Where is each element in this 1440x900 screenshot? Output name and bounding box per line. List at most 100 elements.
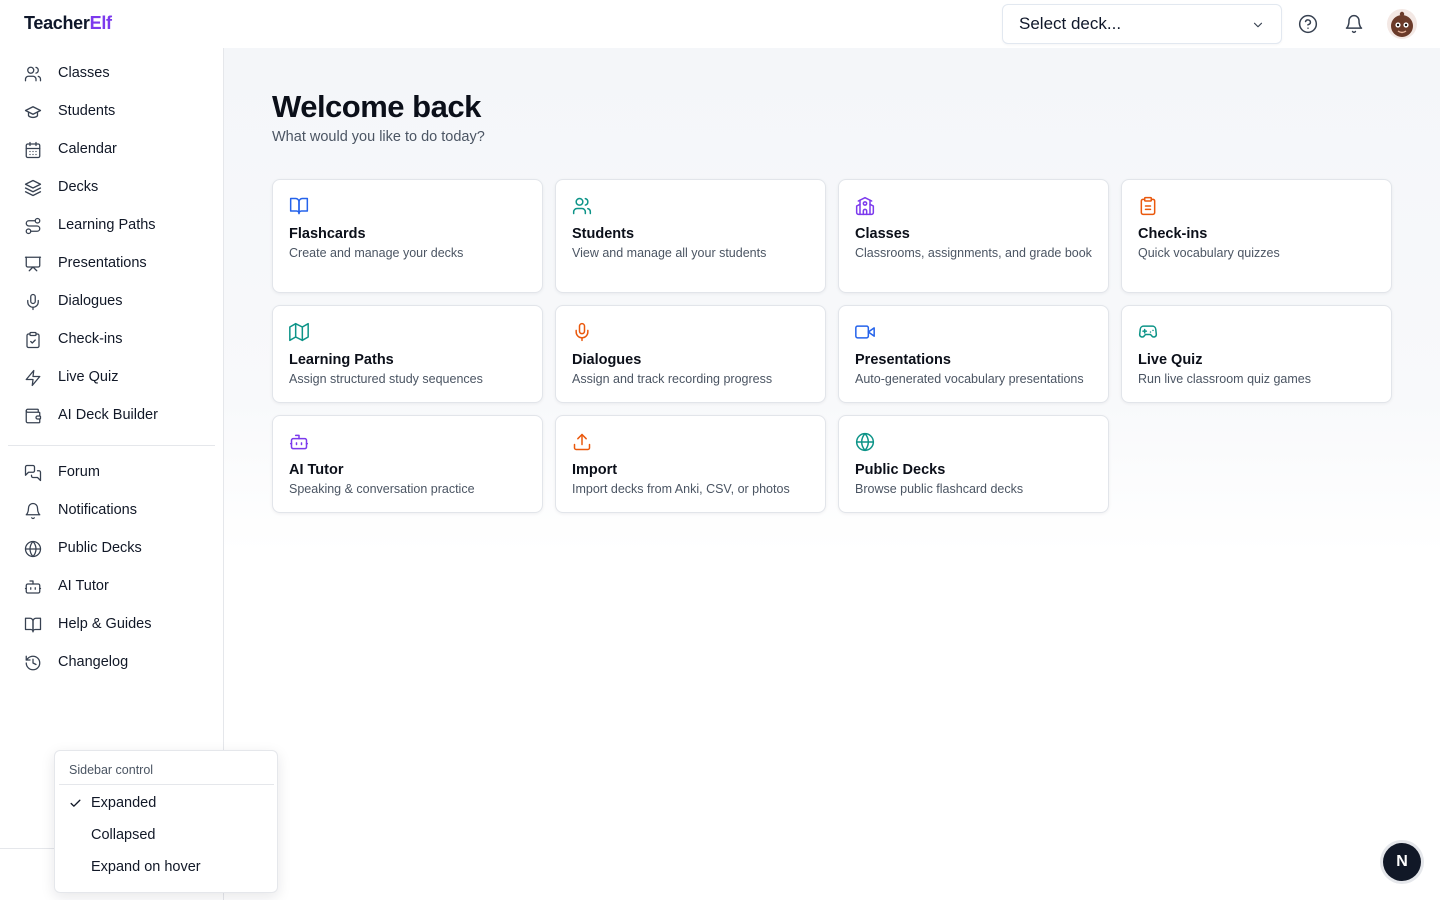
card-description: Speaking & conversation practice <box>289 482 475 496</box>
menu-item-label: Expand on hover <box>91 859 201 875</box>
sidebar-item-label: AI Deck Builder <box>58 407 158 423</box>
sidebar-item-changelog[interactable]: Changelog <box>16 645 208 681</box>
card-description: Assign structured study sequences <box>289 372 483 386</box>
card-title: Presentations <box>855 352 951 368</box>
card-title: Dialogues <box>572 352 642 368</box>
bot-icon <box>289 434 309 450</box>
sidebar-item-learning-paths[interactable]: Learning Paths <box>16 208 208 244</box>
card-description: Quick vocabulary quizzes <box>1138 246 1280 260</box>
card-description: Assign and track recording progress <box>572 372 773 386</box>
sidebar-item-label: Notifications <box>58 502 137 518</box>
calendar-icon <box>25 141 41 159</box>
sidebar-item-presentations[interactable]: Presentations <box>16 246 208 282</box>
sidebar-item-label: Classes <box>58 65 110 81</box>
card-description: Import decks from Anki, CSV, or photos <box>572 482 790 496</box>
sidebar-item-label: Public Decks <box>58 540 142 556</box>
page-title: Welcome back <box>272 89 481 124</box>
sidebar-divider <box>8 445 215 446</box>
menu-item-label: Collapsed <box>91 827 156 843</box>
sidebar-item-ai-deck-builder[interactable]: AI Deck Builder <box>16 398 208 434</box>
floating-action-button[interactable]: N <box>1383 843 1421 881</box>
card-classes[interactable]: Classes Classrooms, assignments, and grad… <box>838 179 1109 293</box>
sidebar-item-ai-tutor[interactable]: AI Tutor <box>16 569 208 605</box>
zap-icon <box>25 369 41 387</box>
sidebar-item-label: AI Tutor <box>58 578 109 594</box>
logo-text-teacher: Teacher <box>24 13 90 33</box>
presentation-icon <box>24 256 42 272</box>
card-description: Browse public flashcard decks <box>855 482 1024 496</box>
video-icon <box>855 325 875 339</box>
clipboard-icon <box>1140 196 1156 216</box>
card-public-decks[interactable]: Public Decks Browse public flashcard deck… <box>838 415 1109 513</box>
sidebar-item-classes[interactable]: Classes <box>16 56 208 92</box>
card-description: Run live classroom quiz games <box>1138 372 1311 386</box>
top-header: TeacherElf Select deck... <box>0 0 1440 48</box>
card-import[interactable]: Import Import decks from Anki, CSV, or ph… <box>555 415 826 513</box>
sidebar-item-check-ins[interactable]: Check-ins <box>16 322 208 358</box>
sidebar-item-label: Learning Paths <box>58 217 156 233</box>
sidebar-item-help-and-guides[interactable]: Help & Guides <box>16 607 208 643</box>
sidebar-item-label: Dialogues <box>58 293 123 309</box>
sidebar-item-public-decks[interactable]: Public Decks <box>16 531 208 567</box>
card-title: Public Decks <box>855 462 946 478</box>
globe-icon <box>24 540 42 558</box>
menu-item-collapsed[interactable]: Collapsed <box>59 821 274 851</box>
sidebar-item-notifications[interactable]: Notifications <box>16 493 208 529</box>
card-check-ins[interactable]: Check-ins Quick vocabulary quizzes <box>1121 179 1392 293</box>
sidebar-item-forum[interactable]: Forum <box>16 455 208 491</box>
sidebar-item-label: Forum <box>58 464 100 480</box>
messages-icon <box>24 464 42 482</box>
card-description: Auto-generated vocabulary presentations <box>855 372 1084 386</box>
sidebar-item-label: Presentations <box>58 255 147 271</box>
gamepad-icon <box>1138 325 1158 338</box>
map-icon <box>289 322 309 342</box>
bot-icon <box>24 580 42 594</box>
sidebar-item-label: Students <box>58 103 116 119</box>
card-students[interactable]: Students View and manage all your student… <box>555 179 826 293</box>
page-subtitle: What would you like to do today? <box>272 129 485 145</box>
menu-separator <box>59 784 274 785</box>
card-title: Check-ins <box>1138 226 1208 242</box>
card-title: Import <box>572 462 618 478</box>
app-logo[interactable]: TeacherElf <box>24 13 112 34</box>
sidebar-item-dialogues[interactable]: Dialogues <box>16 284 208 320</box>
user-avatar[interactable] <box>1387 9 1417 39</box>
menu-item-expanded[interactable]: Expanded <box>59 789 274 819</box>
card-title: Live Quiz <box>1138 352 1203 368</box>
route-icon <box>25 217 41 235</box>
graduation-cap-icon <box>24 106 42 119</box>
users-icon <box>572 197 592 215</box>
card-ai-tutor[interactable]: AI Tutor Speaking & conversation practice <box>272 415 543 513</box>
deck-select[interactable]: Select deck... <box>1002 4 1282 44</box>
card-live-quiz[interactable]: Live Quiz Run live classroom quiz games <box>1121 305 1392 403</box>
card-learning-paths[interactable]: Learning Paths Assign structured study se… <box>272 305 543 403</box>
card-dialogues[interactable]: Dialogues Assign and track recording prog… <box>555 305 826 403</box>
card-presentations[interactable]: Presentations Auto-generated vocabulary p… <box>838 305 1109 403</box>
history-icon <box>25 655 41 671</box>
layers-icon <box>24 179 42 197</box>
help-circle-icon[interactable] <box>1298 14 1318 34</box>
sidebar-item-live-quiz[interactable]: Live Quiz <box>16 360 208 396</box>
wallet-icon <box>25 408 42 424</box>
card-flashcards[interactable]: Flashcards Create and manage your decks <box>272 179 543 293</box>
card-title: Flashcards <box>289 226 366 242</box>
sidebar-item-students[interactable]: Students <box>16 94 208 130</box>
card-title: Classes <box>855 226 910 242</box>
card-description: Classrooms, assignments, and grade book <box>855 246 1092 260</box>
menu-title: Sidebar control <box>69 763 154 777</box>
sidebar-item-label: Decks <box>58 179 99 195</box>
check-icon <box>70 799 81 807</box>
card-description: Create and manage your decks <box>289 246 464 260</box>
sidebar-item-calendar[interactable]: Calendar <box>16 132 208 168</box>
book-open-icon <box>24 617 42 633</box>
bell-icon[interactable] <box>1344 14 1364 34</box>
sidebar-control-menu: Sidebar control Expanded Collapsed Expan… <box>54 750 278 893</box>
sidebar-item-decks[interactable]: Decks <box>16 170 208 206</box>
users-icon <box>24 66 42 82</box>
sidebar-item-label: Changelog <box>58 654 129 670</box>
bell-icon <box>25 502 41 520</box>
logo-text-elf: Elf <box>89 13 112 33</box>
school-icon <box>855 196 875 216</box>
menu-item-expand-on-hover[interactable]: Expand on hover <box>59 853 274 883</box>
mic-icon <box>575 322 589 342</box>
